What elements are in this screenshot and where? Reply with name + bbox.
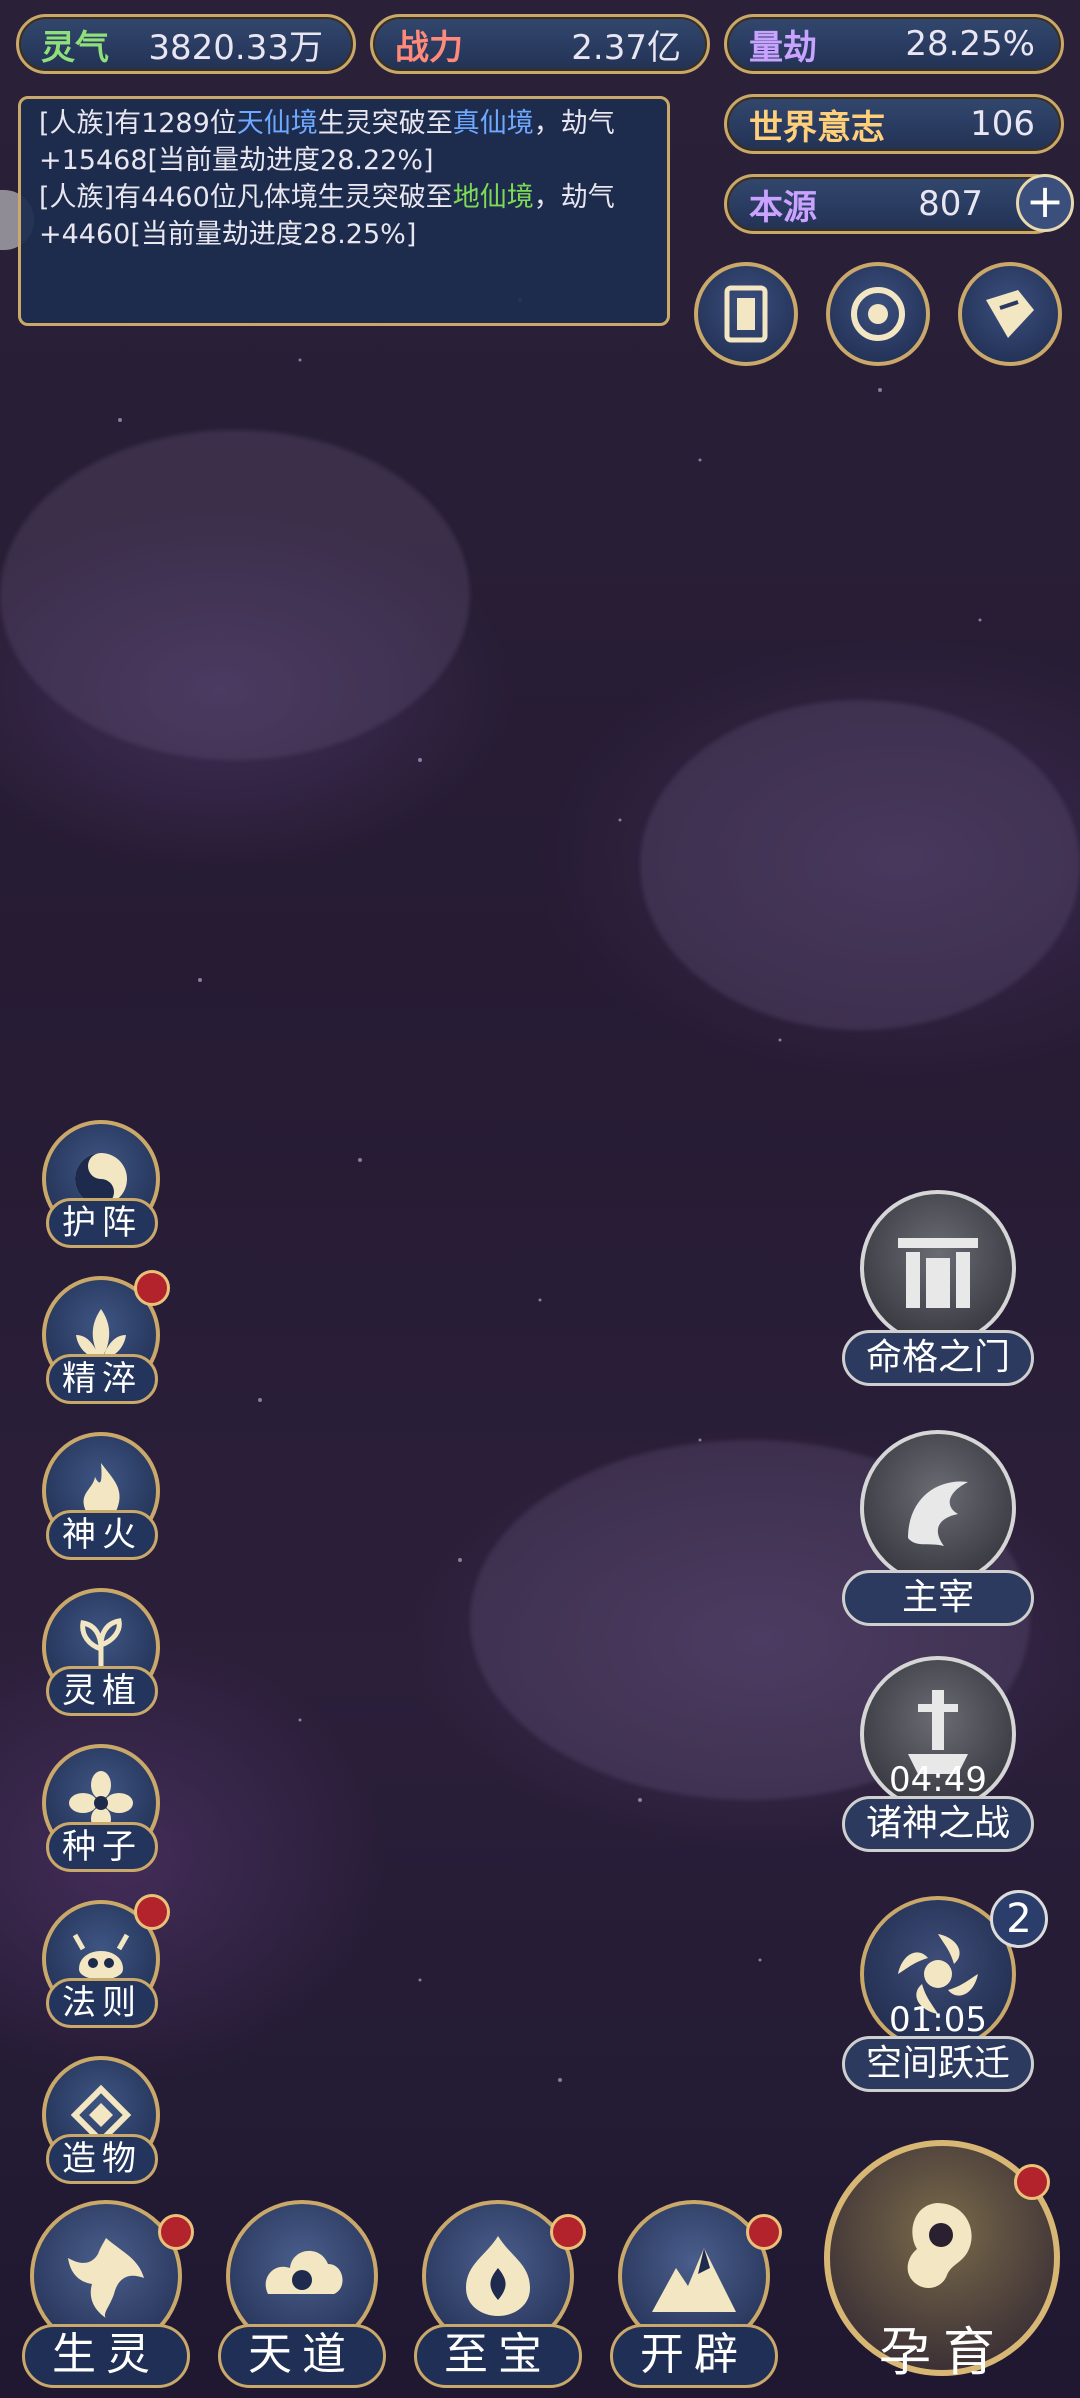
left-menu-fa-ze[interactable]: 法则 xyxy=(38,1894,170,2040)
left-menu-ling-zhi[interactable]: 灵植 xyxy=(38,1588,168,1728)
bottom-zhi-bao[interactable]: 至宝 xyxy=(410,2200,586,2398)
right-menu-label: 主宰 xyxy=(842,1570,1034,1626)
left-menu-jing-cui[interactable]: 精淬 xyxy=(38,1270,170,1416)
bottom-kai-pi[interactable]: 开辟 xyxy=(606,2200,782,2398)
bottom-label: 天道 xyxy=(218,2324,386,2388)
liangjie-value: 28.25% xyxy=(905,24,1035,64)
left-menu-zhong-zi[interactable]: 种子 xyxy=(38,1744,168,1884)
log-line: [人族]有1289位天仙境生灵突破至真仙境，劫气+15468[当前量劫进度28.… xyxy=(39,105,649,179)
cloud xyxy=(0,430,470,760)
log-highlight: 地仙境 xyxy=(452,182,534,213)
portal-icon[interactable] xyxy=(826,262,930,366)
left-menu-zao-wu[interactable]: 造物 xyxy=(38,2056,168,2196)
right-menu-label: 诸神之战 xyxy=(842,1796,1034,1852)
bottom-sheng-ling[interactable]: 生灵 xyxy=(18,2200,194,2398)
scroll-icon[interactable] xyxy=(958,262,1062,366)
left-menu-label: 神火 xyxy=(46,1510,158,1560)
lingqi-stat: 灵气 3820.33万 xyxy=(16,14,356,74)
liangjie-label: 量劫 xyxy=(749,27,817,68)
left-menu-label: 法则 xyxy=(46,1978,158,2028)
notification-dot xyxy=(158,2214,194,2250)
zhanli-stat: 战力 2.37亿 xyxy=(370,14,710,74)
notification-dot xyxy=(746,2214,782,2250)
gate-icon xyxy=(860,1190,1016,1346)
notification-dot xyxy=(134,1270,170,1306)
log-highlight: 真仙境 xyxy=(452,108,534,139)
bottom-label: 开辟 xyxy=(610,2324,778,2388)
lingqi-label: 灵气 xyxy=(41,27,109,68)
zhanli-value: 2.37亿 xyxy=(571,27,681,68)
count-badge: 2 xyxy=(990,1890,1048,1948)
left-menu-label: 造物 xyxy=(46,2134,158,2184)
notification-dot xyxy=(134,1894,170,1930)
log-text: 生灵突破至 xyxy=(317,108,453,139)
card-icon[interactable] xyxy=(694,262,798,366)
notification-dot xyxy=(550,2214,586,2250)
benyuan-stat: 本源 807 xyxy=(724,174,1064,234)
zhu-shen-timer: 04:49 xyxy=(889,1760,987,1800)
log-highlight: 天仙境 xyxy=(236,108,318,139)
right-menu-label: 空间跃迁 xyxy=(842,2036,1034,2092)
left-menu-label: 灵植 xyxy=(46,1666,158,1716)
bottom-label: 至宝 xyxy=(414,2324,582,2388)
log-text: [人族]有4460位凡体境生灵突破至 xyxy=(39,182,453,213)
left-menu-label: 种子 xyxy=(46,1822,158,1872)
benyuan-plus-button[interactable]: + xyxy=(1016,174,1074,232)
left-menu-label: 护阵 xyxy=(46,1198,158,1248)
kong-jian-timer: 01:05 xyxy=(889,2000,987,2040)
event-log: [人族]有1289位天仙境生灵突破至真仙境，劫气+15468[当前量劫进度28.… xyxy=(18,96,670,326)
right-menu-zhu-shen[interactable]: 04:49 诸神之战 xyxy=(838,1656,1038,1866)
liangjie-stat[interactable]: 量劫 28.25% xyxy=(724,14,1064,74)
shijie-value: 106 xyxy=(970,104,1035,144)
zhanli-label: 战力 xyxy=(395,27,463,68)
yun-yu-button[interactable]: 孕育 xyxy=(818,2140,1068,2398)
cloud xyxy=(640,700,1080,1030)
right-menu-label: 命格之门 xyxy=(842,1330,1034,1386)
left-menu-hu-zhen[interactable]: 护阵 xyxy=(38,1120,168,1260)
yun-yu-label: 孕育 xyxy=(878,2323,1007,2383)
shijie-stat[interactable]: 世界意志 106 xyxy=(724,94,1064,154)
notification-dot xyxy=(1014,2164,1050,2200)
lingqi-value: 3820.33万 xyxy=(148,27,323,68)
log-line: [人族]有4460位凡体境生灵突破至地仙境，劫气+4460[当前量劫进度28.2… xyxy=(39,179,649,253)
benyuan-value: 807 xyxy=(918,184,983,224)
right-menu-zhu-zai[interactable]: 主宰 xyxy=(838,1430,1038,1640)
left-menu-label: 精淬 xyxy=(46,1354,158,1404)
shijie-label: 世界意志 xyxy=(749,107,885,148)
bottom-tian-dao[interactable]: 天道 xyxy=(214,2200,390,2398)
log-text: [人族]有1289位 xyxy=(39,108,237,139)
dragon-icon xyxy=(860,1430,1016,1586)
bottom-label: 生灵 xyxy=(22,2324,190,2388)
right-menu-ming-ge[interactable]: 命格之门 xyxy=(838,1190,1038,1400)
benyuan-label: 本源 xyxy=(749,187,817,228)
left-menu-shen-huo[interactable]: 神火 xyxy=(38,1432,168,1572)
